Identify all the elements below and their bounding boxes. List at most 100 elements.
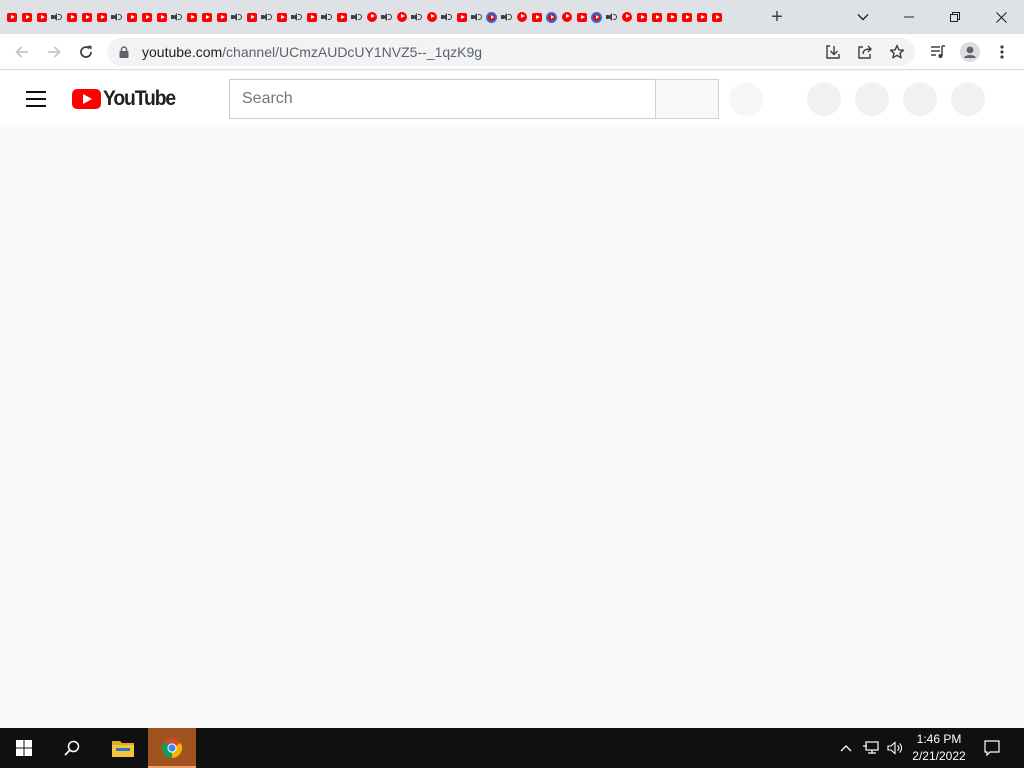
browser-tab[interactable]: [514, 4, 529, 30]
share-icon: [858, 45, 872, 59]
browser-tab[interactable]: [409, 4, 424, 30]
audio-playing-icon: [51, 12, 62, 22]
browser-tab[interactable]: [634, 4, 649, 30]
back-arrow-icon: [15, 46, 28, 58]
search-button[interactable]: [655, 79, 719, 119]
forward-button[interactable]: [40, 38, 68, 66]
file-explorer-button[interactable]: [99, 728, 147, 768]
media-control-button[interactable]: [924, 38, 952, 66]
youtube-loading-favicon-icon: [486, 11, 497, 23]
back-button[interactable]: [8, 38, 36, 66]
sound-wave-icon: [448, 14, 452, 20]
browser-tab[interactable]: [109, 4, 124, 30]
browser-tab[interactable]: [259, 4, 274, 30]
clock[interactable]: 1:46 PM 2/21/2022: [906, 731, 972, 765]
restore-button[interactable]: [932, 0, 978, 34]
browser-tab[interactable]: [604, 4, 619, 30]
browser-tab[interactable]: [154, 4, 169, 30]
guide-menu-button[interactable]: [24, 87, 48, 111]
browser-tab[interactable]: [469, 4, 484, 30]
browser-tab[interactable]: [499, 4, 514, 30]
chevron-down-icon: [857, 14, 869, 21]
browser-tab[interactable]: [574, 4, 589, 30]
action-center-button[interactable]: [976, 728, 1008, 768]
browser-tab[interactable]: [334, 4, 349, 30]
browser-tab[interactable]: [64, 4, 79, 30]
new-tab-button[interactable]: +: [766, 6, 788, 28]
volume-button[interactable]: [884, 728, 906, 768]
browser-tab[interactable]: [184, 4, 199, 30]
browser-tab[interactable]: [709, 4, 724, 30]
audio-playing-icon: [606, 12, 617, 22]
browser-tab[interactable]: [4, 4, 19, 30]
audio-playing-icon: [261, 12, 272, 22]
profile-button[interactable]: [956, 38, 984, 66]
browser-tab[interactable]: [364, 4, 379, 30]
tab-search-button[interactable]: [840, 0, 886, 34]
reload-icon: [80, 45, 92, 58]
chrome-taskbar-button[interactable]: [148, 728, 196, 768]
browser-tab[interactable]: [169, 4, 184, 30]
browser-tab[interactable]: [559, 4, 574, 30]
browser-tab[interactable]: [664, 4, 679, 30]
browser-tab[interactable]: [304, 4, 319, 30]
youtube-logo[interactable]: YouTube: [72, 87, 181, 110]
youtube-favicon-icon: [306, 12, 317, 22]
show-hidden-icons-button[interactable]: [836, 728, 856, 768]
audio-playing-icon: [171, 12, 182, 22]
youtube-favicon-icon: [126, 12, 137, 22]
audio-playing-icon: [381, 12, 392, 22]
browser-tab[interactable]: [589, 4, 604, 30]
search-input[interactable]: Search: [229, 79, 656, 119]
youtube-favicon-icon: [276, 12, 287, 22]
minimize-button[interactable]: [886, 0, 932, 34]
browser-tab[interactable]: [544, 4, 559, 30]
share-button[interactable]: [855, 42, 875, 62]
browser-tab[interactable]: [94, 4, 109, 30]
browser-tab[interactable]: [274, 4, 289, 30]
browser-tab[interactable]: [649, 4, 664, 30]
reload-button[interactable]: [72, 38, 100, 66]
youtube-favicon-icon: [696, 12, 707, 22]
url-text[interactable]: youtube.com/channel/UCmzAUDcUY1NVZ5--_1q…: [142, 38, 482, 66]
youtube-masthead: YouTube Search: [0, 71, 1024, 127]
browser-tab[interactable]: [379, 4, 394, 30]
browser-tab[interactable]: [244, 4, 259, 30]
close-button[interactable]: [978, 0, 1024, 34]
start-button[interactable]: [0, 728, 48, 768]
browser-tab[interactable]: [49, 4, 64, 30]
browser-tab[interactable]: [484, 4, 499, 30]
browser-tab[interactable]: [679, 4, 694, 30]
browser-tab[interactable]: [214, 4, 229, 30]
browser-tab[interactable]: [349, 4, 364, 30]
youtube-loading-favicon-icon: [591, 11, 602, 23]
browser-tab[interactable]: [619, 4, 634, 30]
page-content: [0, 127, 1024, 728]
browser-tab[interactable]: [694, 4, 709, 30]
browser-tab[interactable]: [199, 4, 214, 30]
bookmark-button[interactable]: [887, 42, 907, 62]
taskbar-search-button[interactable]: [48, 728, 96, 768]
browser-tab[interactable]: [139, 4, 154, 30]
browser-tab[interactable]: [19, 4, 34, 30]
browser-tab[interactable]: [124, 4, 139, 30]
sound-wave-icon: [508, 14, 512, 20]
browser-tab[interactable]: [34, 4, 49, 30]
network-button[interactable]: [860, 728, 882, 768]
address-bar[interactable]: youtube.com/channel/UCmzAUDcUY1NVZ5--_1q…: [107, 38, 915, 66]
windows-logo-icon: [16, 740, 32, 756]
browser-tab[interactable]: [289, 4, 304, 30]
tab-list: [4, 4, 724, 30]
browser-tab[interactable]: [229, 4, 244, 30]
browser-tab[interactable]: [454, 4, 469, 30]
browser-tab[interactable]: [439, 4, 454, 30]
browser-tab[interactable]: [394, 4, 409, 30]
install-button[interactable]: [823, 42, 843, 62]
browser-tab[interactable]: [424, 4, 439, 30]
close-icon: [995, 11, 1007, 23]
browser-tab[interactable]: [319, 4, 334, 30]
browser-tab[interactable]: [79, 4, 94, 30]
chrome-menu-button[interactable]: [988, 38, 1016, 66]
browser-tab[interactable]: [529, 4, 544, 30]
notification-icon: [984, 740, 1000, 756]
